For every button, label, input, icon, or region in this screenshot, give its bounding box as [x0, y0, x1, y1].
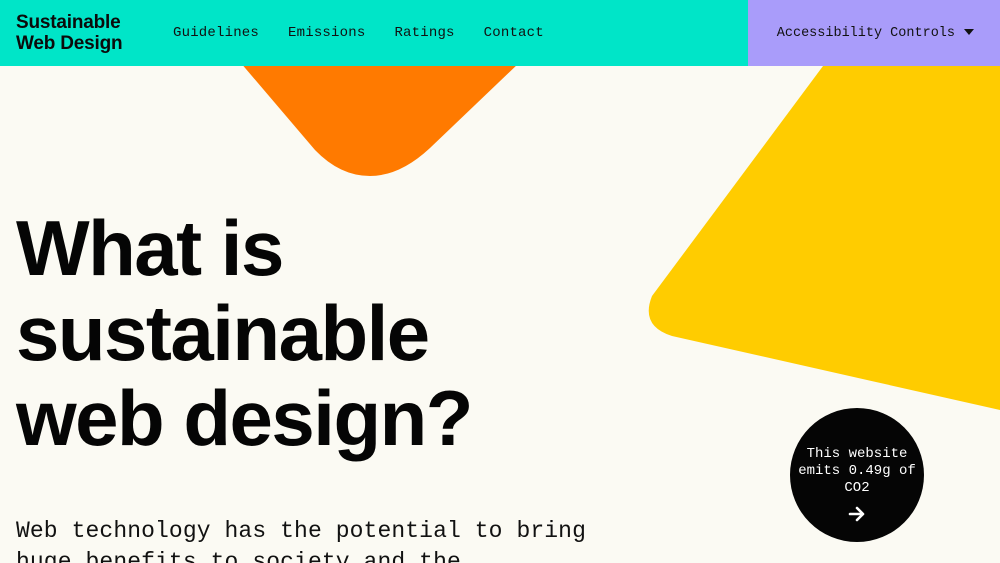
top-navigation-bar: Sustainable Web Design Guidelines Emissi… — [0, 0, 1000, 66]
hero-heading-line-1: What is — [16, 204, 284, 292]
primary-nav: Guidelines Emissions Ratings Contact — [173, 25, 573, 41]
accessibility-controls-label: Accessibility Controls — [776, 25, 955, 41]
intro-paragraph: Web technology has the potential to brin… — [16, 518, 586, 563]
hero-heading: What is sustainable web design? — [16, 204, 473, 462]
arrow-right-icon — [848, 506, 865, 522]
main-nav-section: Sustainable Web Design Guidelines Emissi… — [0, 0, 748, 66]
yellow-triangle-shape — [648, 62, 1000, 410]
co2-emissions-badge[interactable]: This website emits 0.49g of CO2 — [790, 408, 924, 542]
orange-triangle-shape — [240, 62, 520, 176]
nav-link-guidelines[interactable]: Guidelines — [173, 25, 259, 41]
co2-badge-text: This website emits 0.49g of CO2 — [798, 446, 916, 496]
hero-heading-line-3: web design? — [16, 374, 473, 462]
nav-link-ratings[interactable]: Ratings — [394, 25, 454, 41]
logo-line-1: Sustainable — [16, 12, 121, 33]
hero-heading-line-2: sustainable — [16, 289, 430, 377]
site-logo-link[interactable]: Sustainable Web Design — [16, 12, 146, 54]
accessibility-controls-button[interactable]: Accessibility Controls — [748, 0, 1000, 66]
nav-link-emissions[interactable]: Emissions — [288, 25, 365, 41]
nav-link-contact[interactable]: Contact — [484, 25, 544, 41]
caret-down-icon — [964, 29, 974, 35]
logo-line-2: Web Design — [16, 33, 123, 54]
